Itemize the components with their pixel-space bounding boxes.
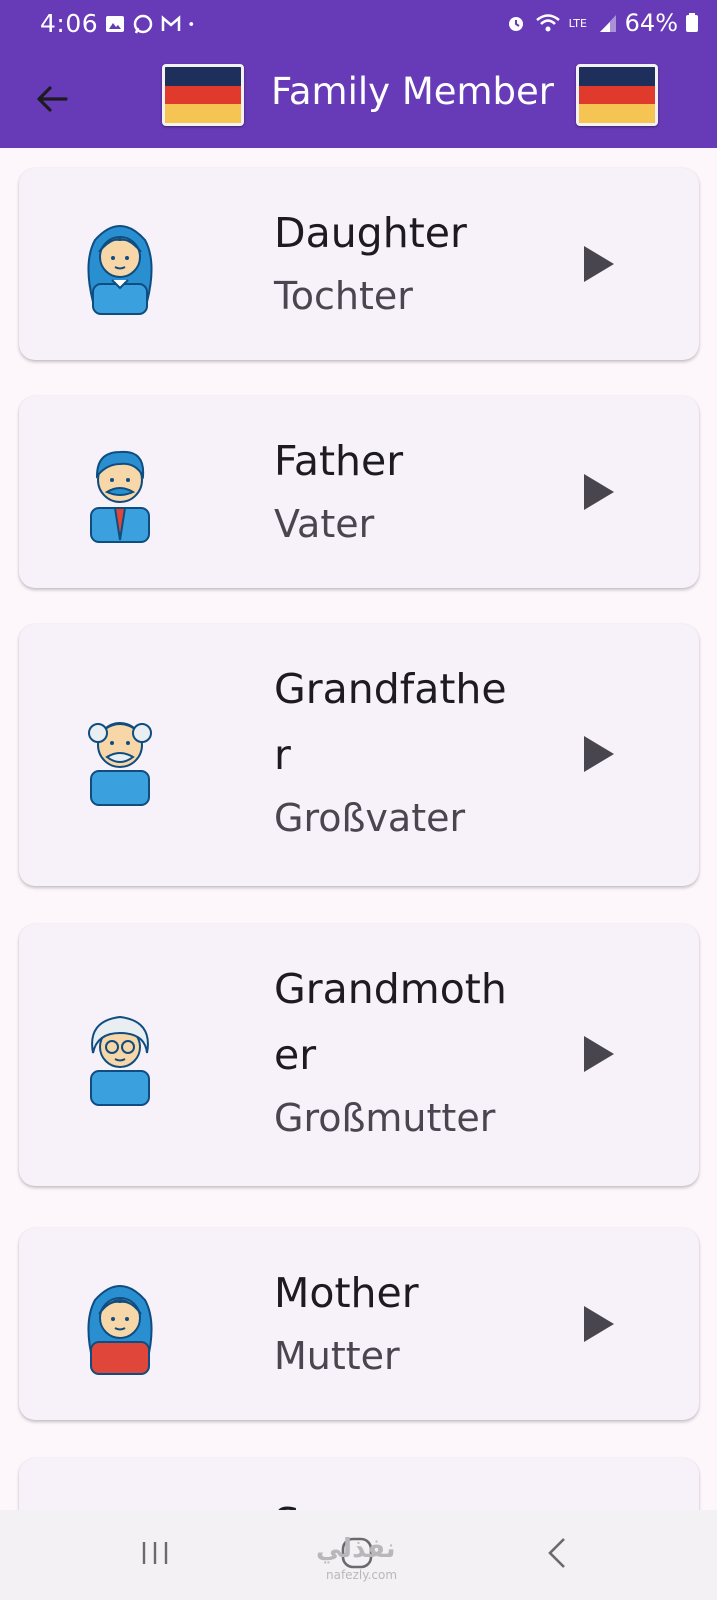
app-bar: Family Member (0, 50, 717, 148)
gallery-icon (106, 16, 124, 32)
watermark-text: نفذلي (316, 1534, 396, 1564)
page-title: Family Member (271, 70, 555, 113)
recent-apps-icon[interactable] (139, 1538, 171, 1568)
german-word: Großvater (274, 796, 466, 840)
back-arrow-icon[interactable] (30, 76, 76, 122)
list-item[interactable]: Grandmother Großmutter (19, 924, 699, 1186)
system-nav-bar: نفذلي nafezly.com (0, 1510, 717, 1600)
list-item[interactable]: Mother Mutter (19, 1228, 699, 1420)
list-item[interactable]: Father Vater (19, 396, 699, 588)
play-icon[interactable] (581, 1304, 617, 1344)
signal-icon (599, 15, 616, 32)
watermark-domain: nafezly.com (326, 1568, 398, 1582)
list-item[interactable]: S (19, 1458, 699, 1510)
play-icon[interactable] (581, 1034, 617, 1074)
lte-label: LTE (568, 16, 587, 30)
german-word: Mutter (274, 1334, 400, 1378)
battery-percent: 64% (624, 9, 678, 37)
nav-back-icon[interactable] (546, 1536, 568, 1570)
list-item[interactable]: Daughter Tochter (19, 168, 699, 360)
german-word: Großmutter (274, 1096, 496, 1140)
english-word: Grandfather (274, 665, 507, 779)
alarm-icon (508, 17, 523, 31)
german-word: Tochter (274, 274, 413, 318)
dot-icon (189, 22, 194, 26)
english-word: Mother (274, 1269, 419, 1317)
son-avatar-icon (75, 1502, 165, 1510)
daughter-avatar-icon (87, 225, 153, 315)
german-word: Vater (274, 502, 375, 546)
system-icons: LTE 64% (505, 9, 699, 37)
battery-icon (686, 13, 698, 32)
grandmother-avatar-icon (90, 1015, 150, 1106)
english-word: Grandmother (274, 965, 507, 1079)
german-flag-icon[interactable] (162, 64, 244, 126)
english-word: Daughter (274, 209, 467, 257)
family-member-list[interactable]: Daughter Tochter Father Vater Grandfathe… (0, 148, 717, 1510)
mother-avatar-icon (87, 1285, 153, 1375)
play-icon[interactable] (581, 472, 617, 512)
english-word: Father (274, 437, 404, 485)
wifi-icon (535, 14, 560, 32)
german-flag-icon[interactable] (576, 64, 658, 126)
notification-icons (104, 13, 200, 35)
play-icon[interactable] (581, 244, 617, 284)
play-icon[interactable] (581, 734, 617, 774)
father-avatar-icon (90, 450, 150, 543)
status-bar: 4:06 LTE 64% (0, 0, 717, 50)
grandfather-avatar-icon (88, 722, 152, 806)
gmail-icon (161, 15, 181, 31)
status-time: 4:06 (40, 9, 99, 38)
list-item[interactable]: Grandfather Großvater (19, 624, 699, 886)
whatsapp-icon (133, 14, 153, 34)
english-word: S (274, 1490, 514, 1510)
